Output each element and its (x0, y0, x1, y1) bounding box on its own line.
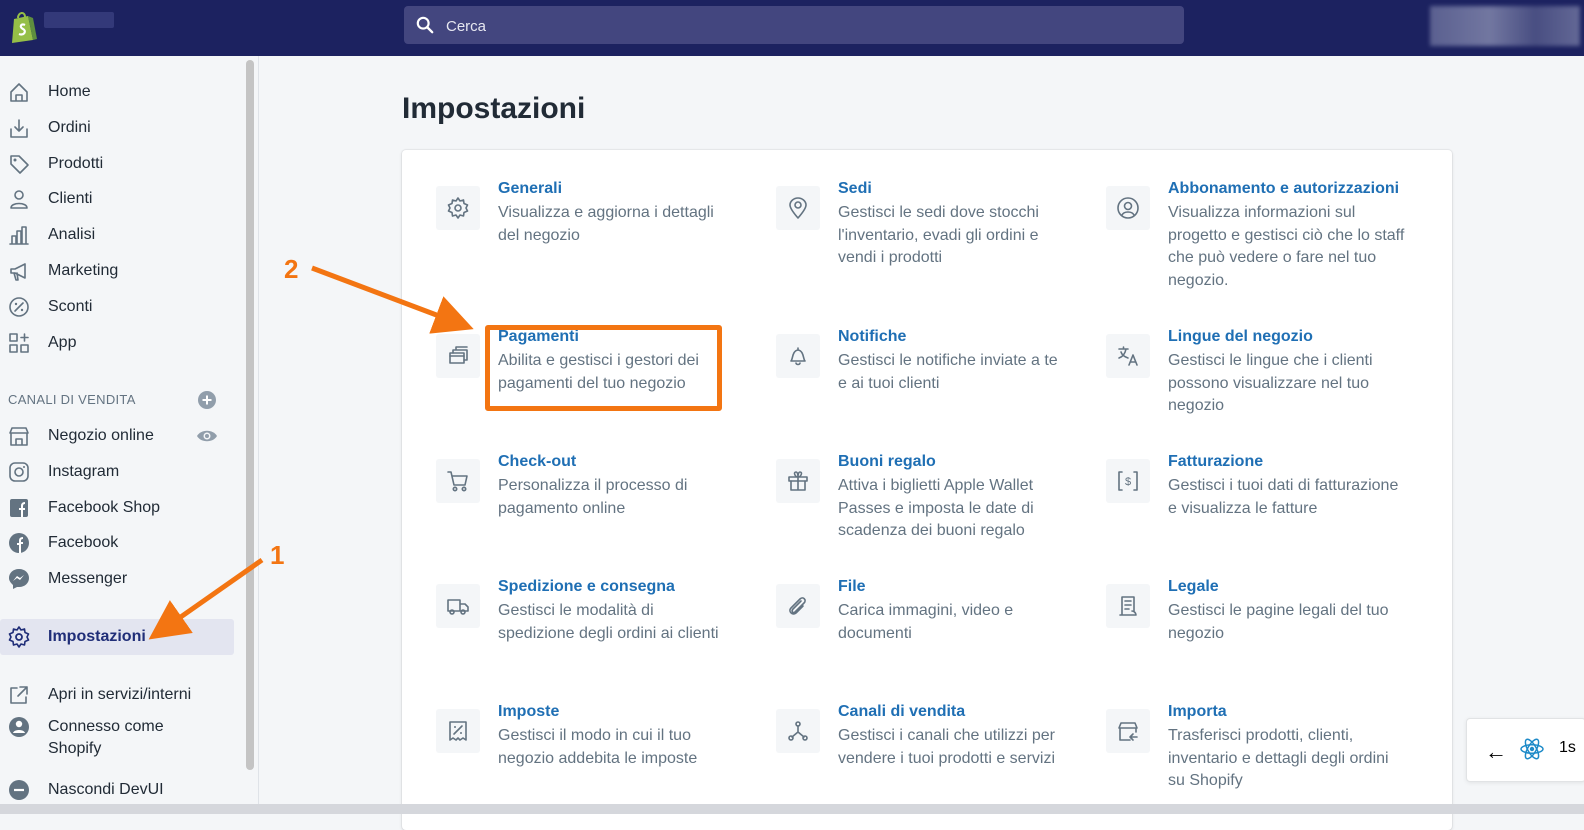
annotation-step-1: 1 (270, 540, 285, 570)
react-icon (1520, 738, 1544, 760)
annotation-arrows (148, 265, 474, 640)
window-bottom-edge (0, 804, 1584, 814)
devui-widget[interactable]: ← 1s (1466, 718, 1584, 782)
arrow-2 (311, 265, 474, 334)
back-arrow-icon[interactable]: ← (1485, 739, 1507, 765)
arrow-1 (148, 557, 264, 640)
annotation-step-2: 2 (284, 254, 299, 284)
render-time: 1s (1559, 739, 1576, 756)
